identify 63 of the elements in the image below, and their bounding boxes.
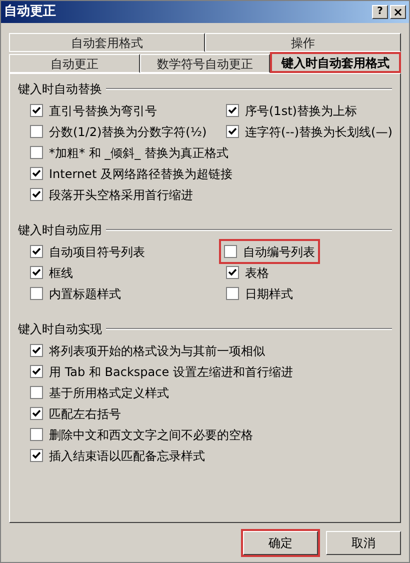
checkbox-label: 分数(1/2)替换为分数字符(½) bbox=[49, 124, 207, 140]
checkmark-icon bbox=[228, 268, 237, 277]
checkmark-icon bbox=[32, 409, 41, 418]
checkbox[interactable] bbox=[30, 245, 43, 258]
checkbox-label: 自动编号列表 bbox=[243, 244, 315, 260]
checkbox-label: 删除中文和西文文字之间不必要的空格 bbox=[49, 426, 253, 444]
checkmark-icon bbox=[32, 346, 41, 355]
tab[interactable]: 数学符号自动更正 bbox=[140, 54, 270, 73]
checkbox[interactable] bbox=[224, 245, 237, 258]
checkbox[interactable] bbox=[30, 125, 43, 138]
checkbox-label: 基于所用格式定义样式 bbox=[49, 384, 169, 402]
checkbox[interactable] bbox=[30, 266, 43, 279]
checkbox[interactable] bbox=[30, 428, 43, 441]
checkbox-label: Internet 及网络路径替换为超链接 bbox=[49, 166, 232, 182]
tab[interactable]: 键入时自动套用格式 bbox=[270, 52, 402, 73]
checkbox-label: 表格 bbox=[245, 264, 269, 282]
checkbox-label: *加粗* 和 _倾斜_ 替换为真正格式 bbox=[49, 144, 228, 162]
help-button[interactable]: ? bbox=[372, 5, 388, 19]
checkbox[interactable] bbox=[30, 344, 43, 357]
checkbox[interactable] bbox=[30, 167, 43, 180]
checkmark-icon bbox=[32, 106, 41, 115]
checkbox[interactable] bbox=[30, 365, 43, 378]
checkbox[interactable] bbox=[30, 188, 43, 201]
checkbox[interactable] bbox=[30, 386, 43, 399]
checkbox[interactable] bbox=[226, 104, 239, 117]
checkmark-icon bbox=[32, 451, 41, 460]
checkbox-label: 用 Tab 和 Backspace 设置左缩进和首行缩进 bbox=[49, 364, 293, 380]
checkbox[interactable] bbox=[30, 449, 43, 462]
tab[interactable]: 自动套用格式 bbox=[9, 33, 205, 52]
checkbox-label: 直引号替换为弯引号 bbox=[49, 102, 157, 120]
checkbox-label: 自动项目符号列表 bbox=[49, 244, 145, 260]
section-heading: 键入时自动实现 bbox=[18, 321, 102, 338]
checkbox-label: 序号(1st)替换为上标 bbox=[245, 102, 357, 120]
close-button[interactable]: × bbox=[390, 5, 406, 19]
checkmark-icon bbox=[32, 190, 41, 199]
checkmark-icon bbox=[32, 268, 41, 277]
checkbox-label: 段落开头空格采用首行缩进 bbox=[49, 186, 193, 204]
checkbox[interactable] bbox=[30, 407, 43, 420]
checkbox[interactable] bbox=[30, 287, 43, 300]
section-heading: 键入时自动替换 bbox=[18, 81, 102, 98]
checkbox[interactable] bbox=[30, 146, 43, 159]
checkmark-icon bbox=[32, 367, 41, 376]
checkbox-label: 匹配左右括号 bbox=[49, 406, 121, 422]
checkbox-label: 框线 bbox=[49, 264, 73, 282]
section-heading: 键入时自动应用 bbox=[18, 222, 102, 239]
dialog-button[interactable]: 取消 bbox=[326, 531, 401, 555]
checkmark-icon bbox=[32, 247, 41, 256]
checkbox[interactable] bbox=[226, 266, 239, 279]
dialog-button[interactable]: 确定 bbox=[243, 531, 318, 555]
checkbox-label: 插入结束语以匹配备忘录样式 bbox=[49, 448, 205, 464]
tab[interactable]: 操作 bbox=[205, 33, 401, 52]
checkmark-icon bbox=[228, 106, 237, 115]
checkbox-label: 内置标题样式 bbox=[49, 286, 121, 302]
window-title: 自动更正 bbox=[4, 3, 56, 22]
checkbox-label: 将列表项开始的格式设为与其前一项相似 bbox=[49, 342, 265, 360]
checkbox[interactable] bbox=[30, 104, 43, 117]
checkbox-label: 日期样式 bbox=[245, 286, 293, 302]
tab[interactable]: 自动更正 bbox=[9, 54, 140, 73]
checkmark-icon bbox=[32, 169, 41, 178]
checkbox-label: 连字符(--)替换为长划线(—) bbox=[245, 124, 392, 140]
checkbox[interactable] bbox=[226, 125, 239, 138]
checkmark-icon bbox=[228, 127, 237, 136]
checkbox[interactable] bbox=[226, 287, 239, 300]
